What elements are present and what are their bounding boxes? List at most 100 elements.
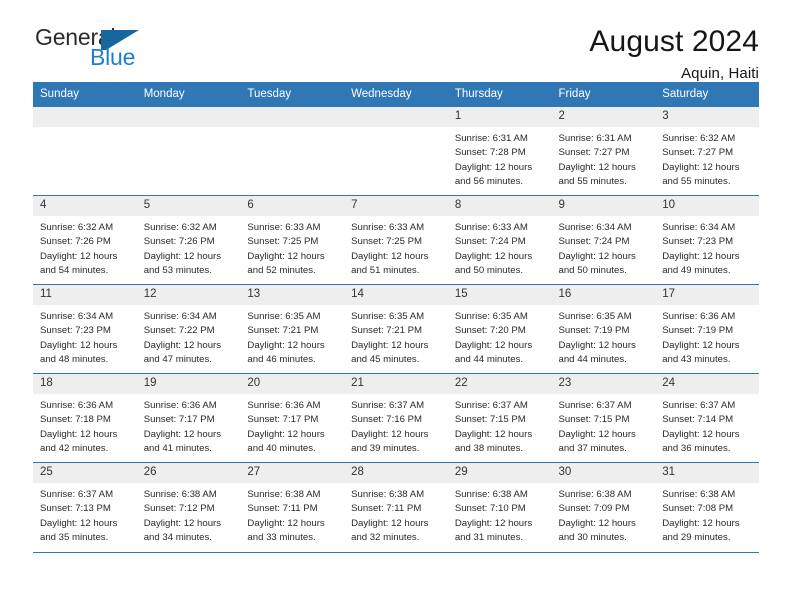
calendar-day-cell[interactable]: 22 Sunrise: 6:37 AM Sunset: 7:15 PM Dayligh…: [447, 373, 552, 463]
calendar-day-cell[interactable]: 26 Sunrise: 6:38 AM Sunset: 7:12 PM Dayligh…: [136, 462, 241, 552]
daylight-text-line1: Daylight: 12 hours: [558, 428, 636, 440]
sunset-text: Sunset: 7:27 PM: [558, 147, 630, 159]
calendar-day-cell[interactable]: 23 Sunrise: 6:37 AM Sunset: 7:15 PM Dayligh…: [551, 373, 656, 463]
calendar-day-cell[interactable]: 5 Sunrise: 6:32 AM Sunset: 7:26 PM Daylight…: [136, 195, 241, 285]
calendar-day-cell[interactable]: 21 Sunrise: 6:37 AM Sunset: 7:16 PM Dayligh…: [344, 373, 448, 463]
day-number: 16: [551, 285, 656, 305]
calendar-day-cell[interactable]: 4 Sunrise: 6:32 AM Sunset: 7:26 PM Daylight…: [33, 195, 137, 285]
day-info: Sunrise: 6:35 AM Sunset: 7:19 PM Daylight:…: [552, 305, 656, 367]
calendar-day-cell[interactable]: 19 Sunrise: 6:36 AM Sunset: 7:17 PM Dayligh…: [136, 373, 241, 463]
calendar-day-cell[interactable]: 2 Sunrise: 6:31 AM Sunset: 7:27 PM Daylight…: [551, 106, 656, 196]
day-info: Sunrise: 6:34 AM Sunset: 7:24 PM Daylight:…: [552, 216, 656, 278]
day-number: 21: [344, 374, 448, 394]
calendar-day-cell[interactable]: 7 Sunrise: 6:33 AM Sunset: 7:25 PM Daylight…: [344, 195, 448, 285]
calendar-week-row: 25 Sunrise: 6:37 AM Sunset: 7:13 PM Dayligh…: [33, 462, 759, 552]
daylight-text-line2: and 43 minutes.: [662, 353, 731, 365]
page-header: General Blue August 2024 Aquin, Haiti: [33, 0, 759, 82]
day-number: 14: [344, 285, 448, 305]
calendar-day-cell[interactable]: 24 Sunrise: 6:37 AM Sunset: 7:14 PM Dayligh…: [655, 373, 759, 463]
daylight-text-line1: Daylight: 12 hours: [40, 339, 118, 351]
sunrise-text: Sunrise: 6:36 AM: [143, 400, 217, 411]
daylight-text-line1: Daylight: 12 hours: [662, 250, 740, 262]
calendar-day-cell[interactable]: 25 Sunrise: 6:37 AM Sunset: 7:13 PM Dayligh…: [33, 462, 137, 552]
daylight-text-line2: and 45 minutes.: [351, 353, 420, 365]
calendar-day-cell[interactable]: 8 Sunrise: 6:33 AM Sunset: 7:24 PM Daylight…: [447, 195, 552, 285]
calendar-day-cell[interactable]: 6 Sunrise: 6:33 AM Sunset: 7:25 PM Daylight…: [240, 195, 345, 285]
daylight-text-line2: and 54 minutes.: [40, 264, 109, 276]
calendar-day-cell[interactable]: 31 Sunrise: 6:38 AM Sunset: 7:08 PM Dayligh…: [655, 462, 759, 552]
sunset-text: Sunset: 7:23 PM: [40, 325, 111, 337]
sunset-text: Sunset: 7:26 PM: [143, 236, 215, 248]
brand-logo[interactable]: General Blue: [33, 26, 173, 74]
day-number: [344, 107, 448, 127]
day-info: Sunrise: 6:36 AM Sunset: 7:17 PM Daylight:…: [137, 394, 241, 456]
daylight-text-line1: Daylight: 12 hours: [558, 250, 636, 262]
day-info: Sunrise: 6:35 AM Sunset: 7:20 PM Daylight:…: [448, 305, 552, 367]
day-number: 30: [551, 463, 656, 483]
sunset-text: Sunset: 7:08 PM: [662, 503, 734, 515]
day-number: 3: [655, 107, 759, 127]
weekday-header-monday: Monday: [136, 82, 241, 107]
day-info: Sunrise: 6:33 AM Sunset: 7:25 PM Daylight:…: [240, 216, 344, 278]
day-info: Sunrise: 6:34 AM Sunset: 7:23 PM Daylight:…: [655, 216, 759, 278]
day-number: 17: [655, 285, 759, 305]
sunrise-text: Sunrise: 6:38 AM: [662, 489, 736, 500]
daylight-text-line1: Daylight: 12 hours: [662, 517, 740, 529]
calendar-day-cell[interactable]: 16 Sunrise: 6:35 AM Sunset: 7:19 PM Dayligh…: [551, 284, 656, 374]
day-number: 5: [136, 196, 241, 216]
daylight-text-line1: Daylight: 12 hours: [247, 428, 325, 440]
day-number: 15: [447, 285, 552, 305]
day-number: 1: [447, 107, 552, 127]
sunset-text: Sunset: 7:11 PM: [351, 503, 422, 515]
calendar-week-row: 18 Sunrise: 6:36 AM Sunset: 7:18 PM Dayligh…: [33, 373, 759, 463]
sunset-text: Sunset: 7:24 PM: [558, 236, 630, 248]
calendar-day-cell[interactable]: 3 Sunrise: 6:32 AM Sunset: 7:27 PM Daylight…: [655, 106, 759, 196]
day-number: [33, 107, 137, 127]
calendar-day-cell[interactable]: 10 Sunrise: 6:34 AM Sunset: 7:23 PM Dayligh…: [655, 195, 759, 285]
daylight-text-line2: and 30 minutes.: [558, 531, 627, 543]
sunset-text: Sunset: 7:09 PM: [558, 503, 630, 515]
sunset-text: Sunset: 7:24 PM: [454, 236, 526, 248]
sunrise-text: Sunrise: 6:34 AM: [558, 222, 632, 233]
sunset-text: Sunset: 7:19 PM: [662, 325, 734, 337]
calendar-day-cell[interactable]: 15 Sunrise: 6:35 AM Sunset: 7:20 PM Dayligh…: [447, 284, 552, 374]
calendar-day-cell[interactable]: 27 Sunrise: 6:38 AM Sunset: 7:11 PM Dayligh…: [240, 462, 345, 552]
sunrise-text: Sunrise: 6:31 AM: [454, 133, 528, 144]
calendar-day-cell[interactable]: 17 Sunrise: 6:36 AM Sunset: 7:19 PM Dayligh…: [655, 284, 759, 374]
daylight-text-line1: Daylight: 12 hours: [662, 428, 740, 440]
sunset-text: Sunset: 7:15 PM: [558, 414, 630, 426]
day-number: 13: [240, 285, 345, 305]
calendar-day-cell[interactable]: 12 Sunrise: 6:34 AM Sunset: 7:22 PM Dayligh…: [136, 284, 241, 374]
calendar-day-cell[interactable]: 30 Sunrise: 6:38 AM Sunset: 7:09 PM Dayligh…: [551, 462, 656, 552]
daylight-text-line1: Daylight: 12 hours: [454, 161, 533, 173]
sunset-text: Sunset: 7:17 PM: [143, 414, 215, 426]
day-info: Sunrise: 6:38 AM Sunset: 7:11 PM Daylight:…: [344, 483, 448, 545]
sunrise-text: Sunrise: 6:34 AM: [143, 311, 217, 322]
calendar-day-cell[interactable]: 28 Sunrise: 6:38 AM Sunset: 7:11 PM Dayligh…: [344, 462, 448, 552]
sunset-text: Sunset: 7:11 PM: [247, 503, 318, 515]
daylight-text-line1: Daylight: 12 hours: [143, 250, 222, 262]
daylight-text-line1: Daylight: 12 hours: [143, 428, 222, 440]
calendar-day-cell[interactable]: 1 Sunrise: 6:31 AM Sunset: 7:28 PM Daylight…: [447, 106, 552, 196]
daylight-text-line2: and 39 minutes.: [351, 442, 420, 454]
sunrise-text: Sunrise: 6:33 AM: [247, 222, 321, 233]
calendar-day-cell[interactable]: 9 Sunrise: 6:34 AM Sunset: 7:24 PM Daylight…: [551, 195, 656, 285]
calendar-day-cell[interactable]: 29 Sunrise: 6:38 AM Sunset: 7:10 PM Dayligh…: [447, 462, 552, 552]
calendar-day-cell[interactable]: 13 Sunrise: 6:35 AM Sunset: 7:21 PM Dayligh…: [240, 284, 345, 374]
calendar-week-row: 11 Sunrise: 6:34 AM Sunset: 7:23 PM Dayligh…: [33, 284, 759, 374]
day-number: [240, 107, 345, 127]
sunrise-text: Sunrise: 6:36 AM: [40, 400, 114, 411]
daylight-text-line2: and 50 minutes.: [558, 264, 627, 276]
daylight-text-line1: Daylight: 12 hours: [351, 339, 429, 351]
calendar-day-cell[interactable]: 11 Sunrise: 6:34 AM Sunset: 7:23 PM Dayligh…: [33, 284, 137, 374]
day-number: 23: [551, 374, 656, 394]
day-info: Sunrise: 6:37 AM Sunset: 7:13 PM Daylight:…: [33, 483, 137, 545]
day-info: Sunrise: 6:33 AM Sunset: 7:25 PM Daylight:…: [344, 216, 448, 278]
calendar-day-cell[interactable]: 20 Sunrise: 6:36 AM Sunset: 7:17 PM Dayligh…: [240, 373, 345, 463]
day-info: Sunrise: 6:34 AM Sunset: 7:22 PM Daylight:…: [137, 305, 241, 367]
calendar-day-cell[interactable]: 14 Sunrise: 6:35 AM Sunset: 7:21 PM Dayligh…: [344, 284, 448, 374]
sunset-text: Sunset: 7:21 PM: [351, 325, 423, 337]
calendar-grid: Sunday Monday Tuesday Wednesday Thursday…: [33, 82, 759, 552]
calendar-day-cell[interactable]: 18 Sunrise: 6:36 AM Sunset: 7:18 PM Dayligh…: [33, 373, 137, 463]
calendar-week-row: 4 Sunrise: 6:32 AM Sunset: 7:26 PM Daylight…: [33, 195, 759, 285]
